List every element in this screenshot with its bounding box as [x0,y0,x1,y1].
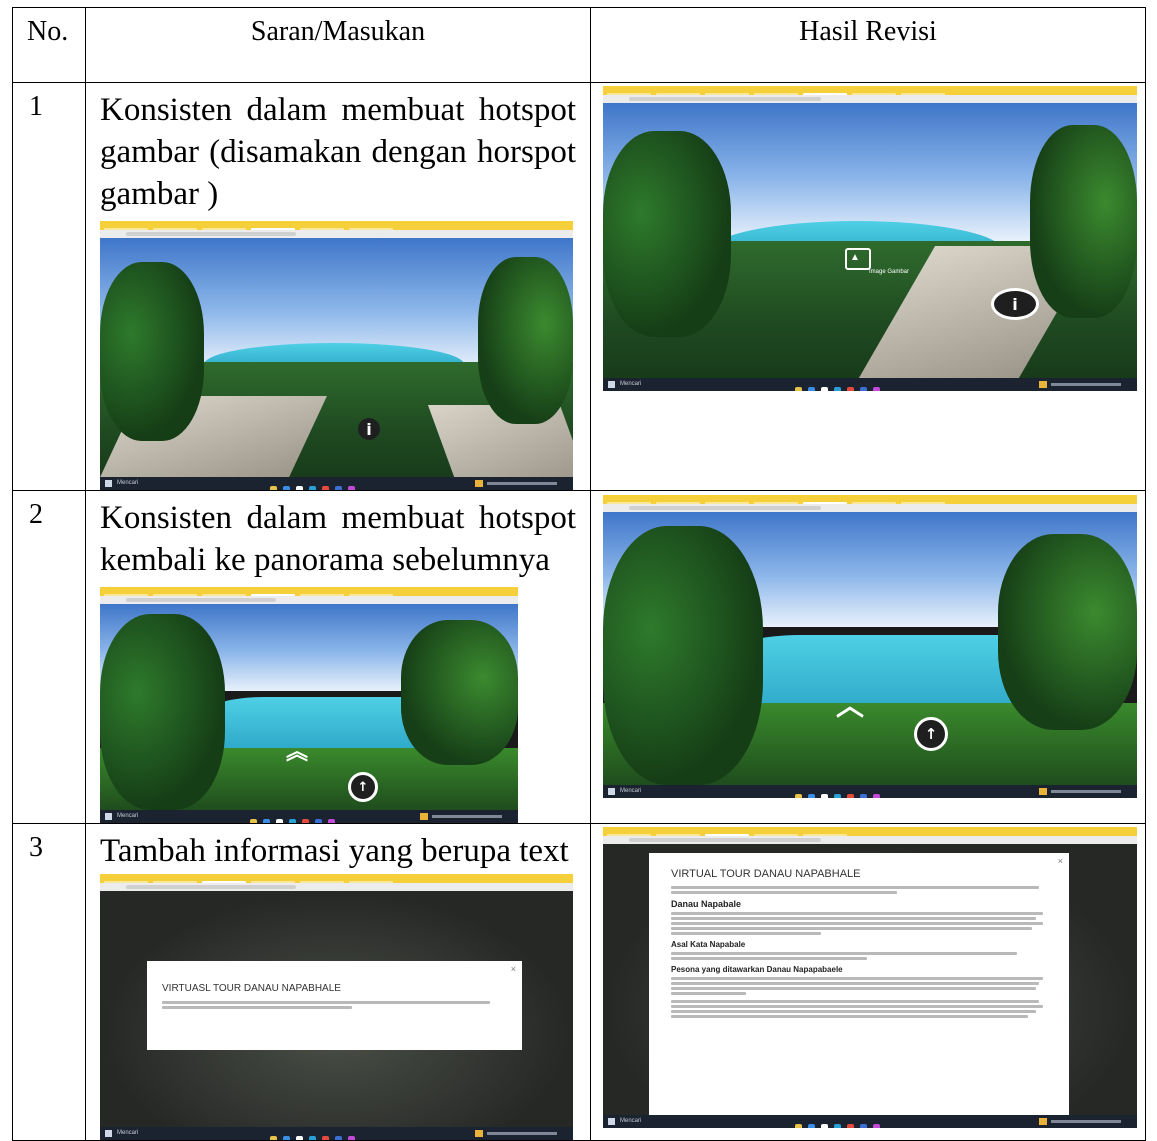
screenshot-before-2: ︽ ↑ Mencari [100,587,518,823]
browser-tab-bar [603,827,1137,840]
close-icon[interactable]: × [511,964,516,974]
row-number: 3 [12,823,86,1141]
header-row: No. Saran/Masukan Hasil Revisi [12,7,1146,83]
section-heading: Danau Napabale [671,899,742,909]
close-icon[interactable]: × [1058,856,1063,866]
modal-title: VIRTUASL TOUR DANAU NAPABHALE [162,983,341,994]
result-cell: ︿ ↑ Mencari [590,490,1146,824]
table-row: 2 Konsisten dalam membuat hotspot kembal… [12,490,1146,824]
suggestion-text: Konsisten dalam membuat hotspot gambar (… [100,92,576,212]
arrow-hotspot-icon[interactable]: ↑ [914,717,948,751]
panorama-view: Image Gambar i [603,103,1137,378]
windows-taskbar: Mencari [603,378,1137,391]
windows-start-icon [608,788,615,795]
taskbar-search-label: Mencari [117,480,139,486]
modal-title: VIRTUAL TOUR DANAU NAPABHALE [671,868,861,880]
panorama-view: i [100,238,573,477]
table-row: 3 Tambah informasi yang berupa text × VI… [12,823,1146,1141]
browser-tab-bar [100,874,573,887]
header-no: No. [12,7,86,83]
browser-tab-bar [603,495,1137,508]
info-modal: × VIRTUAL TOUR DANAU NAPABHALE Danau Nap… [649,853,1069,1115]
section-heading: Asal Kata Napabale [671,940,746,949]
taskbar-search-label: Mencari [620,1118,642,1124]
address-bar [100,596,518,604]
result-cell: Image Gambar i Mencari [590,82,1146,491]
header-hasil: Hasil Revisi [590,7,1146,83]
info-hotspot-icon[interactable]: i [358,418,380,440]
taskbar-search-label: Mencari [620,788,642,794]
suggestion-text: Tambah informasi yang berupa text [100,833,569,869]
header-saran: Saran/Masukan [85,7,591,83]
windows-start-icon [105,480,112,487]
screenshot-after-2: ︿ ↑ Mencari [603,495,1137,798]
address-bar [603,95,1137,103]
panorama-view: ︿ ↑ [603,512,1137,785]
windows-taskbar: Mencari [100,1127,573,1140]
back-chevron-icon[interactable]: ︿ [836,684,864,724]
back-chevron-icon[interactable]: ︽ [286,734,308,766]
taskbar-search-label: Mencari [117,1130,139,1136]
screenshot-after-3: × VIRTUAL TOUR DANAU NAPABHALE Danau Nap… [603,827,1137,1128]
image-hotspot-icon[interactable] [845,248,871,270]
windows-taskbar: Mencari [603,785,1137,798]
windows-taskbar: Mencari [100,810,518,823]
row-number: 2 [12,490,86,824]
address-bar [100,883,573,891]
windows-start-icon [105,813,112,820]
address-bar [603,504,1137,512]
browser-tab-bar [100,587,518,600]
screenshot-before-3: × VIRTUASL TOUR DANAU NAPABHALE Mencari [100,874,573,1140]
address-bar [603,836,1137,844]
taskbar-search-label: Mencari [620,381,642,387]
modal-body [162,1001,507,1009]
arrow-hotspot-icon[interactable]: ↑ [348,772,378,802]
table-row: 1 Konsisten dalam membuat hotspot gambar… [12,82,1146,491]
row-number: 1 [12,82,86,491]
suggestion-cell: Konsisten dalam membuat hotspot gambar (… [85,82,591,491]
address-bar [100,230,573,238]
panorama-view: ︽ ↑ [100,604,518,810]
info-hotspot-icon[interactable]: i [991,288,1039,320]
screenshot-after-1: Image Gambar i Mencari [603,86,1137,391]
windows-start-icon [608,381,615,388]
result-cell: × VIRTUAL TOUR DANAU NAPABHALE Danau Nap… [590,823,1146,1141]
revision-table: No. Saran/Masukan Hasil Revisi 1 Konsist… [12,7,1146,1141]
browser-tab-bar [603,86,1137,99]
image-hotspot-label: Image Gambar [869,269,910,275]
windows-taskbar: Mencari [100,477,573,490]
suggestion-text: Konsisten dalam membuat hotspot kembali … [100,500,576,578]
screenshot-before-1: i Mencari [100,221,573,490]
info-modal: × VIRTUASL TOUR DANAU NAPABHALE [147,961,522,1050]
suggestion-cell: Konsisten dalam membuat hotspot kembali … [85,490,591,824]
suggestion-cell: Tambah informasi yang berupa text × VIRT… [85,823,591,1141]
section-heading: Pesona yang ditawarkan Danau Napapabaele [671,965,843,974]
windows-taskbar: Mencari [603,1115,1137,1128]
windows-start-icon [105,1130,112,1137]
browser-tab-bar [100,221,573,234]
taskbar-search-label: Mencari [117,813,139,819]
